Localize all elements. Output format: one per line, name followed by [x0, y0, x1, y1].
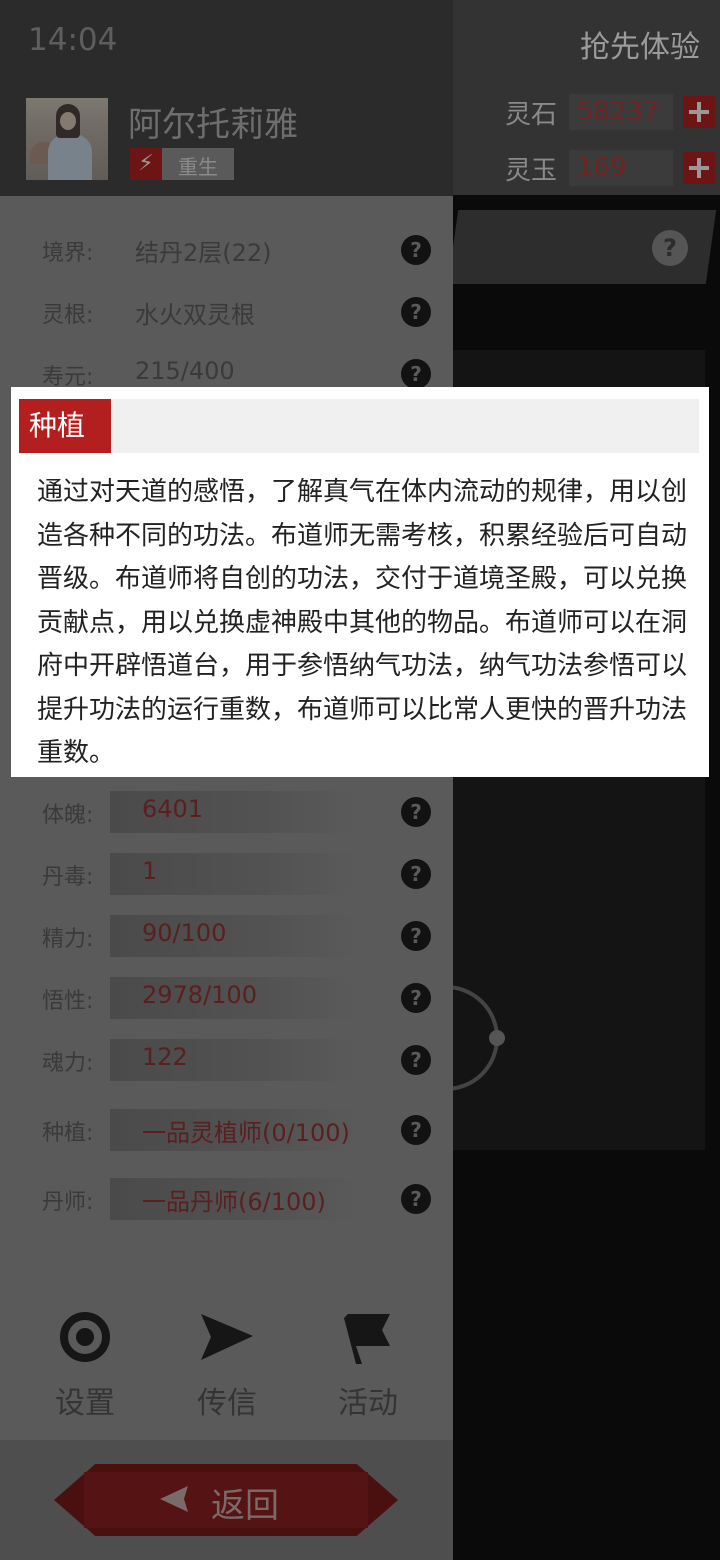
status-bar: 14:04 — [0, 0, 453, 85]
info-popup: 种植 通过对天道的感悟，了解真气在体内流动的规律，用以创造各种不同的功法。布道师… — [11, 387, 709, 777]
popup-title: 种植 — [19, 399, 111, 453]
stat-row-soul-power: 魂力: 122 ? — [0, 1035, 453, 1085]
stat-label: 境界: — [42, 241, 94, 266]
stat-label: 体魄: — [42, 803, 94, 828]
help-icon[interactable]: ? — [401, 297, 431, 327]
rebirth-label: 重生 — [178, 155, 218, 179]
stat-value: 一品灵植师(0/100) — [142, 1119, 350, 1147]
activity-label: 活动 — [338, 1386, 398, 1421]
stat-row-energy: 精力: 90/100 ? — [0, 911, 453, 961]
stat-row-comprehension: 悟性: 2978/100 ? — [0, 973, 453, 1023]
back-button[interactable]: 返回 — [54, 1464, 398, 1536]
stat-value: 1 — [142, 857, 158, 885]
help-icon[interactable]: ? — [401, 1115, 431, 1145]
stat-row-physique: 体魄: 6401 ? — [0, 787, 453, 837]
character-panel: 14:04 阿尔托莉雅 ⚡ 重生 境界: 结丹2层(22) ? 灵根: 水火双灵… — [0, 0, 453, 1560]
stat-row-alchemist: 丹师: 一品丹师(6/100) ? — [0, 1174, 453, 1224]
help-icon[interactable]: ? — [401, 921, 431, 951]
add-spirit-stone-button[interactable] — [683, 96, 715, 128]
stat-value: 122 — [142, 1043, 188, 1071]
game-background: 抢先体验 灵石 58237 灵玉 169 ? — [393, 0, 720, 1560]
avatar[interactable] — [26, 98, 108, 180]
stat-value: 6401 — [142, 795, 204, 823]
spirit-jade-label: 灵玉 — [505, 155, 558, 186]
stat-row-realm: 境界: 结丹2层(22) ? — [0, 225, 453, 275]
stat-label: 魂力: — [42, 1051, 94, 1076]
stat-value: 215/400 — [135, 357, 235, 385]
first-experience-link[interactable]: 抢先体验 — [580, 22, 700, 66]
stat-label: 丹毒: — [42, 865, 94, 890]
spirit-stone-label: 灵石 — [505, 99, 558, 130]
stat-label: 灵根: — [42, 303, 94, 328]
stat-value: 90/100 — [142, 919, 227, 947]
message-button[interactable]: 传信 — [172, 1310, 282, 1421]
spirit-jade-row: 灵玉 169 — [505, 148, 715, 188]
help-icon[interactable]: ? — [401, 983, 431, 1013]
status-time: 14:04 — [28, 22, 118, 58]
spirit-stone-row: 灵石 58237 — [505, 92, 715, 132]
stat-label: 悟性: — [42, 989, 94, 1014]
stat-value: 水火双灵根 — [135, 301, 255, 329]
settings-button[interactable]: 设置 — [30, 1310, 140, 1421]
help-icon[interactable]: ? — [652, 230, 688, 266]
popup-description: 通过对天道的感悟，了解真气在体内流动的规律，用以创造各种不同的功法。布道师无需考… — [37, 477, 688, 768]
stat-value: 2978/100 — [142, 981, 257, 1009]
back-arrow-icon — [158, 1484, 192, 1514]
help-icon[interactable]: ? — [401, 1184, 431, 1214]
decorative-dot — [489, 1030, 505, 1046]
stat-row-pill-toxin: 丹毒: 1 ? — [0, 849, 453, 899]
spirit-jade-value: 169 — [569, 150, 673, 186]
back-label: 返回 — [211, 1486, 279, 1526]
stat-value: 结丹2层(22) — [135, 239, 272, 267]
stat-label: 种植: — [42, 1121, 94, 1146]
send-icon — [197, 1310, 257, 1366]
spirit-stone-value: 58237 — [569, 94, 673, 130]
stat-label: 丹师: — [42, 1190, 94, 1215]
help-icon[interactable]: ? — [401, 235, 431, 265]
help-icon[interactable]: ? — [401, 797, 431, 827]
back-bar: 返回 — [0, 1440, 453, 1560]
character-name: 阿尔托莉雅 — [128, 105, 298, 145]
character-header: 阿尔托莉雅 ⚡ 重生 — [0, 85, 453, 196]
stat-row-spirit-root: 灵根: 水火双灵根 ? — [0, 287, 453, 337]
help-icon[interactable]: ? — [401, 359, 431, 389]
popup-header: 种植 — [19, 399, 699, 453]
message-label: 传信 — [197, 1386, 257, 1421]
settings-label: 设置 — [55, 1386, 115, 1421]
help-icon[interactable]: ? — [401, 859, 431, 889]
top-resource-bar: 抢先体验 灵石 58237 灵玉 169 — [453, 0, 720, 195]
help-icon[interactable]: ? — [401, 1045, 431, 1075]
stat-label: 精力: — [42, 927, 94, 952]
flag-icon — [338, 1310, 398, 1366]
rebirth-button[interactable]: ⚡ 重生 — [130, 148, 234, 180]
lightning-icon: ⚡ — [130, 148, 162, 180]
add-spirit-jade-button[interactable] — [683, 152, 715, 184]
gear-icon — [55, 1310, 115, 1366]
stat-value: 一品丹师(6/100) — [142, 1188, 326, 1216]
stat-row-planting: 种植: 一品灵植师(0/100) ? — [0, 1105, 453, 1155]
activity-button[interactable]: 活动 — [313, 1310, 423, 1421]
